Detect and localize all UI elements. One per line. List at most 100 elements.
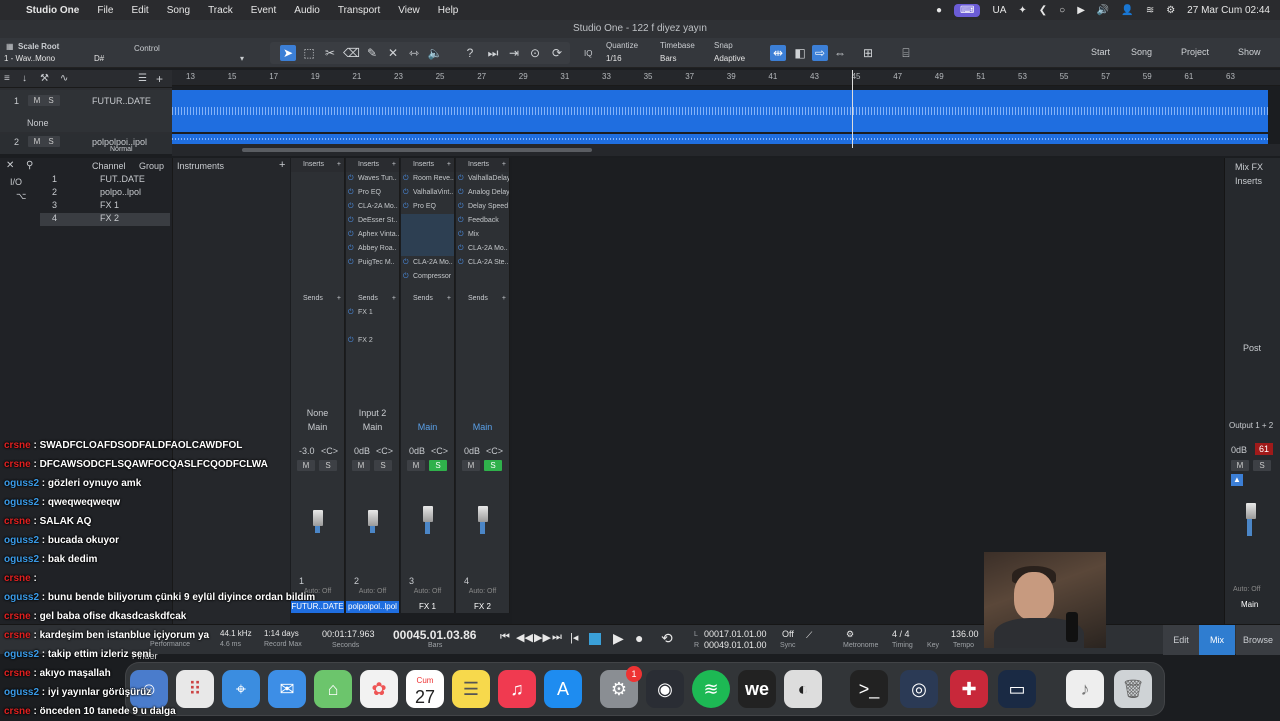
keyboard-layout-icon[interactable]: ⌨: [954, 3, 981, 17]
snap-toggle-icon[interactable]: ⇹: [770, 45, 786, 61]
insert-slot[interactable]: CLA-2A Mo..: [346, 200, 399, 214]
solo-button[interactable]: S: [1253, 460, 1271, 471]
control-dropdown-icon[interactable]: ▾: [240, 54, 244, 63]
menu-event[interactable]: Event: [251, 5, 277, 16]
strip-name[interactable]: FX 1: [401, 601, 454, 613]
timeline-ruler[interactable]: 13 15 17 19 21 23 25 27 29 31 33 35 37 39 41 43 45 47 49 51…: [172, 70, 1280, 86]
scroll-thumb[interactable]: [242, 148, 592, 152]
appstore-icon[interactable]: A: [544, 670, 582, 708]
volume-fader[interactable]: [368, 510, 378, 526]
play-button[interactable]: ▶: [613, 630, 624, 647]
we-icon[interactable]: we: [738, 670, 776, 708]
inserts-header[interactable]: Inserts +: [456, 158, 509, 172]
help-icon[interactable]: ?: [462, 45, 478, 61]
wrench-icon[interactable]: ✦: [1018, 5, 1026, 16]
record-button[interactable]: ●: [635, 630, 643, 646]
loop-end[interactable]: 00049.01.01.00: [704, 640, 767, 650]
grid-toggle-icon[interactable]: ◧: [792, 45, 808, 61]
channel-row[interactable]: 3 FX 1: [40, 200, 170, 213]
menu-song[interactable]: Song: [167, 5, 190, 16]
send-slot[interactable]: FX 2: [346, 334, 399, 348]
split-tool-icon[interactable]: ✂: [322, 45, 338, 61]
start-page-button[interactable]: Start: [1091, 47, 1110, 57]
inserts-header[interactable]: Inserts +: [291, 158, 344, 172]
back-icon[interactable]: ❮: [1039, 5, 1047, 16]
insert-slot[interactable]: Pro EQ: [401, 200, 454, 214]
wrench-icon[interactable]: ⚒: [40, 73, 49, 84]
trash-icon[interactable]: 🗑: [1114, 670, 1152, 708]
track-row-2[interactable]: 2 M S polpolpoi..ipol Normal: [0, 134, 172, 154]
menu-icon[interactable]: ≡: [4, 73, 10, 84]
audio-event-track-1[interactable]: [172, 90, 1268, 132]
volume-readout[interactable]: 0dB: [354, 446, 370, 456]
insert-slot[interactable]: CLA-2A Ste..: [456, 256, 509, 270]
sends-header[interactable]: Sends +: [456, 292, 509, 306]
menu-file[interactable]: File: [97, 5, 113, 16]
add-insert-icon[interactable]: +: [392, 158, 396, 172]
insert-slot[interactable]: ValhallaVint..: [401, 186, 454, 200]
stop-button[interactable]: [589, 633, 601, 645]
metronome-toolbar-icon[interactable]: ⌸: [898, 45, 914, 61]
solo-button[interactable]: S: [429, 460, 447, 471]
add-send-icon[interactable]: +: [447, 292, 451, 306]
calendar-icon[interactable]: Cum 27: [406, 670, 444, 708]
time-seconds[interactable]: 00:01:17.963: [322, 629, 375, 639]
audio-event-track-2[interactable]: [172, 134, 1268, 144]
add-insert-icon[interactable]: +: [337, 158, 341, 172]
pin-icon[interactable]: ⚲: [26, 160, 33, 171]
inspector-icon[interactable]: ↓: [22, 73, 27, 84]
track-row-1[interactable]: 1 M S FUTUR..DATE None: [0, 90, 172, 132]
mute-button[interactable]: M: [352, 460, 370, 471]
insert-slot[interactable]: PuigTec M..: [346, 256, 399, 270]
insert-slot[interactable]: Abbey Roa..: [346, 242, 399, 256]
menu-help[interactable]: Help: [438, 5, 459, 16]
solo-button[interactable]: S: [484, 460, 502, 471]
circle-icon[interactable]: ○: [1059, 5, 1065, 16]
app-icon[interactable]: ✚: [950, 670, 988, 708]
inserts-header[interactable]: Inserts +: [401, 158, 454, 172]
rewind-start-icon[interactable]: ⏮: [500, 631, 510, 644]
bend-tool-icon[interactable]: ⇿: [406, 45, 422, 61]
notes-icon[interactable]: ☰: [452, 670, 490, 708]
mix-fx-label[interactable]: Mix FX: [1235, 162, 1263, 172]
pan-readout[interactable]: <C>: [431, 446, 448, 456]
channel-row[interactable]: 1 FUT..DATE: [40, 174, 170, 187]
control-center-icon[interactable]: ⚙: [1166, 5, 1175, 16]
playhead[interactable]: [852, 70, 853, 148]
io-button[interactable]: I/O: [10, 177, 22, 187]
solo-button[interactable]: S: [42, 136, 60, 147]
insert-slot[interactable]: Aphex Vinta..: [346, 228, 399, 242]
peak-indicator[interactable]: 61: [1255, 443, 1274, 455]
rewind-icon[interactable]: ◀◀: [516, 631, 533, 644]
menu-audio[interactable]: Audio: [294, 5, 320, 16]
insert-slot[interactable]: Analog Delay: [456, 186, 509, 200]
volume-fader[interactable]: [478, 506, 488, 522]
follow-icon[interactable]: ⏭: [485, 45, 501, 61]
add-insert-icon[interactable]: +: [447, 158, 451, 172]
volume-icon[interactable]: 🔊: [1097, 5, 1109, 16]
autoscroll-icon[interactable]: ⇥: [506, 45, 522, 61]
track-mode[interactable]: Normal: [110, 146, 133, 153]
snap-value[interactable]: Adaptive: [714, 54, 745, 63]
loop-start[interactable]: 00017.01.01.00: [704, 629, 767, 639]
strip-name[interactable]: polpolpol..lpol: [346, 601, 399, 613]
strip-name[interactable]: FX 2: [456, 601, 509, 613]
insert-slot[interactable]: Mix: [456, 228, 509, 242]
insert-slot[interactable]: DeEsser St..: [346, 214, 399, 228]
sync-value[interactable]: Off: [782, 629, 794, 639]
mute-tool-icon[interactable]: ✕: [385, 45, 401, 61]
insert-slot[interactable]: CLA-2A Mo..: [456, 242, 509, 256]
insert-slot[interactable]: Compressor: [401, 270, 454, 284]
browse-view-button[interactable]: Browse: [1236, 625, 1280, 655]
song-page-button[interactable]: Song: [1131, 47, 1152, 57]
metronome-settings-icon[interactable]: ⚙: [846, 629, 854, 640]
output-selector[interactable]: Main: [291, 422, 344, 432]
volume-fader[interactable]: [423, 506, 433, 522]
layout-icon[interactable]: ⊞: [860, 45, 876, 61]
add-send-icon[interactable]: +: [337, 292, 341, 306]
mute-button[interactable]: M: [1231, 460, 1249, 471]
output-selector[interactable]: Main: [456, 422, 509, 432]
inserts-header[interactable]: Inserts +: [346, 158, 399, 172]
monitor-icon[interactable]: ▲: [1231, 474, 1243, 486]
arrow-tool-icon[interactable]: ➤: [280, 45, 296, 61]
